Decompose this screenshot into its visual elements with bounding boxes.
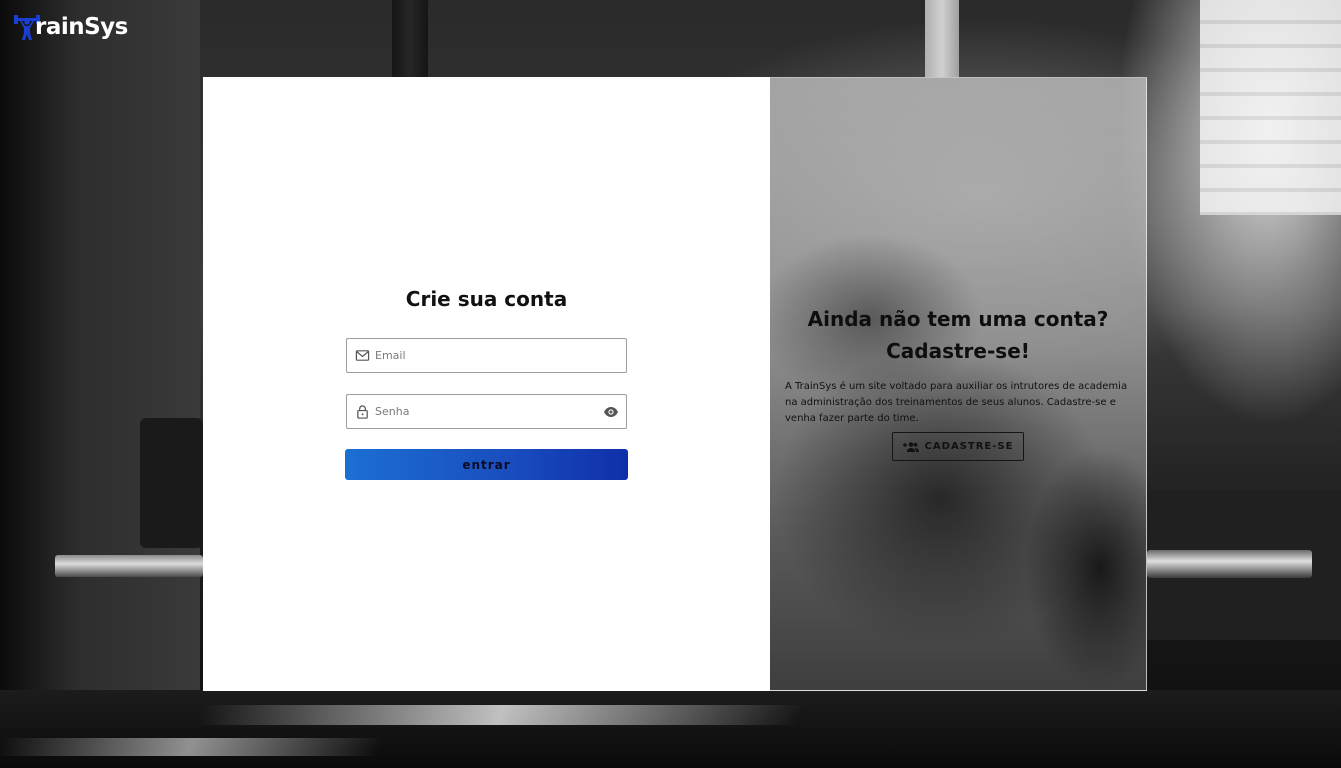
signup-button-label: CADASTRE-SE (924, 441, 1014, 452)
background-barbell (55, 555, 203, 577)
signup-button[interactable]: CADASTRE-SE (892, 432, 1024, 461)
mail-icon (355, 350, 370, 361)
email-input[interactable] (375, 349, 626, 362)
promo-title: Ainda não tem uma conta? Cadastre-se! (807, 307, 1109, 363)
background-window (1200, 0, 1341, 215)
signup-promo: Ainda não tem uma conta? Cadastre-se! A … (770, 303, 1146, 461)
lock-icon (357, 405, 368, 419)
background-wall (0, 0, 200, 700)
group-add-icon (902, 441, 919, 452)
submit-button[interactable]: entrar (345, 449, 628, 480)
background-pillar (925, 0, 959, 78)
auth-card: Crie sua conta entrar Ainda (203, 77, 1147, 691)
login-panel: Crie sua conta entrar (203, 77, 770, 691)
password-input[interactable] (375, 405, 603, 418)
password-field[interactable] (346, 394, 627, 429)
eye-icon[interactable] (603, 404, 619, 420)
background-floor (0, 690, 1341, 768)
login-title: Crie sua conta (405, 287, 568, 311)
background-pillar (392, 0, 428, 78)
email-field[interactable] (346, 338, 627, 373)
brand-name: rainSys (35, 14, 128, 40)
background-barbell (1147, 550, 1312, 578)
background-weight-plate (140, 418, 203, 548)
brand-logo[interactable]: rainSys (14, 10, 128, 42)
background-light-streak (196, 705, 804, 725)
promo-description: A TrainSys é um site voltado para auxili… (785, 381, 1128, 424)
signup-promo-panel: Ainda não tem uma conta? Cadastre-se! A … (770, 77, 1147, 691)
background-light-streak (0, 738, 384, 756)
